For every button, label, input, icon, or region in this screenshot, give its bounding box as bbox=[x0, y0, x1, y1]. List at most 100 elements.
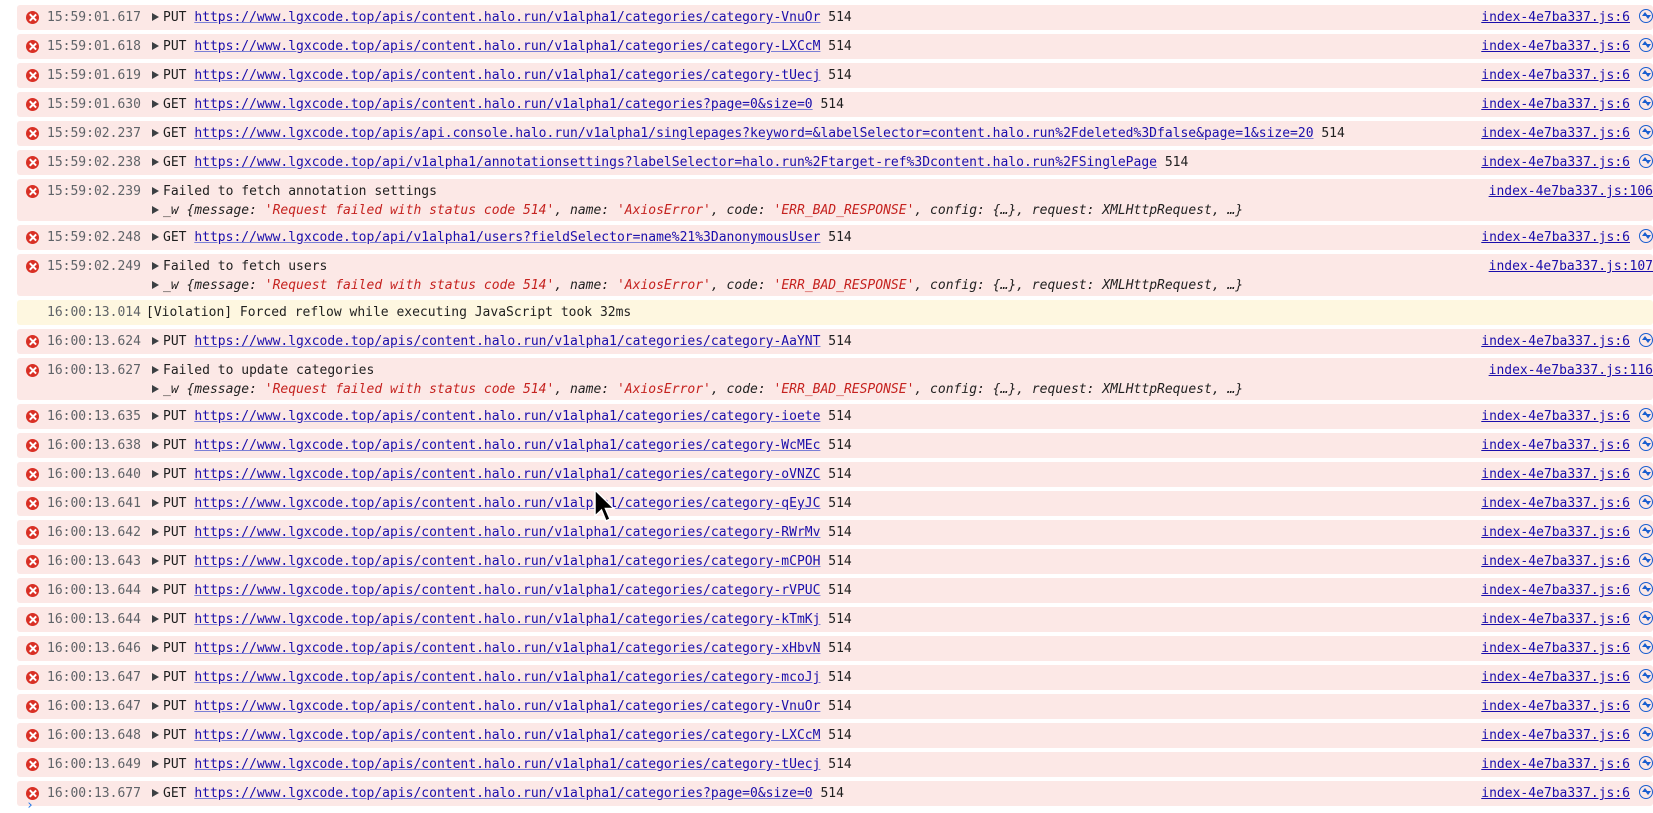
source-link[interactable]: index-4e7ba337.js:6 bbox=[1481, 124, 1630, 143]
source-link[interactable]: index-4e7ba337.js:6 bbox=[1481, 66, 1630, 85]
network-request-icon[interactable] bbox=[1639, 785, 1653, 799]
expand-caret-icon[interactable] bbox=[152, 760, 159, 768]
request-url-link[interactable]: https://www.lgxcode.top/api/v1alpha1/use… bbox=[194, 230, 820, 245]
source-link[interactable]: index-4e7ba337.js:6 bbox=[1481, 552, 1630, 571]
request-url-link[interactable]: https://www.lgxcode.top/api/v1alpha1/ann… bbox=[194, 155, 1157, 170]
expand-caret-icon[interactable] bbox=[152, 13, 159, 21]
expand-caret-icon[interactable] bbox=[152, 499, 159, 507]
expand-caret-icon[interactable] bbox=[152, 129, 159, 137]
request-url-link[interactable]: https://www.lgxcode.top/apis/content.hal… bbox=[194, 786, 812, 801]
source-link[interactable]: index-4e7ba337.js:6 bbox=[1481, 726, 1630, 745]
source-link[interactable]: index-4e7ba337.js:6 bbox=[1481, 153, 1630, 172]
source-link[interactable]: index-4e7ba337.js:6 bbox=[1481, 494, 1630, 513]
expand-caret-icon[interactable] bbox=[152, 615, 159, 623]
network-error-log-row[interactable]: 15:59:02.248 GET https://www.lgxcode.top/… bbox=[17, 225, 1653, 250]
source-link[interactable]: index-4e7ba337.js:6 bbox=[1481, 755, 1630, 774]
source-link[interactable]: index-4e7ba337.js:6 bbox=[1481, 784, 1630, 803]
source-link[interactable]: index-4e7ba337.js:106 bbox=[1489, 182, 1653, 201]
network-request-icon[interactable] bbox=[1639, 727, 1653, 741]
network-request-icon[interactable] bbox=[1639, 640, 1653, 654]
expand-caret-icon[interactable] bbox=[152, 644, 159, 652]
error-object-line[interactable]: _w {message: 'Request failed with status… bbox=[17, 201, 1653, 220]
network-request-icon[interactable] bbox=[1639, 437, 1653, 451]
request-url-link[interactable]: https://www.lgxcode.top/apis/content.hal… bbox=[194, 68, 820, 83]
expand-caret-icon[interactable] bbox=[152, 385, 159, 393]
request-url-link[interactable]: https://www.lgxcode.top/apis/content.hal… bbox=[194, 757, 820, 772]
network-request-icon[interactable] bbox=[1639, 67, 1653, 81]
source-link[interactable]: index-4e7ba337.js:6 bbox=[1481, 407, 1630, 426]
violation-log-row[interactable]: 16:00:13.014 [Violation] Forced reflow wh… bbox=[17, 300, 1653, 325]
network-request-icon[interactable] bbox=[1639, 698, 1653, 712]
network-request-icon[interactable] bbox=[1639, 756, 1653, 770]
expand-caret-icon[interactable] bbox=[152, 281, 159, 289]
source-link[interactable]: index-4e7ba337.js:6 bbox=[1481, 228, 1630, 247]
source-link[interactable]: index-4e7ba337.js:6 bbox=[1481, 639, 1630, 658]
request-url-link[interactable]: https://www.lgxcode.top/apis/content.hal… bbox=[194, 728, 820, 743]
request-url-link[interactable]: https://www.lgxcode.top/apis/content.hal… bbox=[194, 438, 820, 453]
network-error-log-row[interactable]: 16:00:13.646 PUT https://www.lgxcode.top/… bbox=[17, 636, 1653, 661]
network-error-log-row[interactable]: 16:00:13.648 PUT https://www.lgxcode.top/… bbox=[17, 723, 1653, 748]
network-error-log-row[interactable]: 16:00:13.642 PUT https://www.lgxcode.top/… bbox=[17, 520, 1653, 545]
network-error-log-row[interactable]: 16:00:13.647 PUT https://www.lgxcode.top/… bbox=[17, 694, 1653, 719]
network-request-icon[interactable] bbox=[1639, 38, 1653, 52]
expand-caret-icon[interactable] bbox=[152, 412, 159, 420]
source-link[interactable]: index-4e7ba337.js:107 bbox=[1489, 257, 1653, 276]
network-error-log-row[interactable]: 16:00:13.644 PUT https://www.lgxcode.top/… bbox=[17, 607, 1653, 632]
request-url-link[interactable]: https://www.lgxcode.top/apis/content.hal… bbox=[194, 334, 820, 349]
expand-caret-icon[interactable] bbox=[152, 731, 159, 739]
source-link[interactable]: index-4e7ba337.js:6 bbox=[1481, 697, 1630, 716]
expand-caret-icon[interactable] bbox=[152, 262, 159, 270]
source-link[interactable]: index-4e7ba337.js:6 bbox=[1481, 95, 1630, 114]
error-log-row[interactable]: 15:59:02.239 Failed to fetch annotation s… bbox=[17, 179, 1653, 221]
request-url-link[interactable]: https://www.lgxcode.top/apis/content.hal… bbox=[194, 409, 820, 424]
network-request-icon[interactable] bbox=[1639, 611, 1653, 625]
request-url-link[interactable]: https://www.lgxcode.top/apis/content.hal… bbox=[194, 583, 820, 598]
network-error-log-row[interactable]: 16:00:13.635 PUT https://www.lgxcode.top/… bbox=[17, 404, 1653, 429]
source-link[interactable]: index-4e7ba337.js:6 bbox=[1481, 465, 1630, 484]
network-error-log-row[interactable]: 16:00:13.641 PUT https://www.lgxcode.top/… bbox=[17, 491, 1653, 516]
network-request-icon[interactable] bbox=[1639, 466, 1653, 480]
request-url-link[interactable]: https://www.lgxcode.top/apis/content.hal… bbox=[194, 39, 820, 54]
expand-caret-icon[interactable] bbox=[152, 673, 159, 681]
source-link[interactable]: index-4e7ba337.js:6 bbox=[1481, 332, 1630, 351]
expand-caret-icon[interactable] bbox=[152, 528, 159, 536]
network-error-log-row[interactable]: 15:59:01.617 PUT https://www.lgxcode.top/… bbox=[17, 5, 1653, 30]
network-error-log-row[interactable]: 15:59:02.238 GET https://www.lgxcode.top/… bbox=[17, 150, 1653, 175]
error-object-line[interactable]: _w {message: 'Request failed with status… bbox=[17, 276, 1653, 295]
request-url-link[interactable]: https://www.lgxcode.top/apis/content.hal… bbox=[194, 699, 820, 714]
network-error-log-row[interactable]: 16:00:13.644 PUT https://www.lgxcode.top/… bbox=[17, 578, 1653, 603]
expand-caret-icon[interactable] bbox=[152, 586, 159, 594]
expand-caret-icon[interactable] bbox=[152, 187, 159, 195]
source-link[interactable]: index-4e7ba337.js:6 bbox=[1481, 610, 1630, 629]
source-link[interactable]: index-4e7ba337.js:6 bbox=[1481, 523, 1630, 542]
network-request-icon[interactable] bbox=[1639, 125, 1653, 139]
console-prompt[interactable]: › bbox=[26, 798, 34, 813]
network-error-log-row[interactable]: 16:00:13.624 PUT https://www.lgxcode.top/… bbox=[17, 329, 1653, 354]
network-request-icon[interactable] bbox=[1639, 333, 1653, 347]
network-error-log-row[interactable]: 16:00:13.647 PUT https://www.lgxcode.top/… bbox=[17, 665, 1653, 690]
expand-caret-icon[interactable] bbox=[152, 206, 159, 214]
request-url-link[interactable]: https://www.lgxcode.top/apis/content.hal… bbox=[194, 467, 820, 482]
network-request-icon[interactable] bbox=[1639, 154, 1653, 168]
source-link[interactable]: index-4e7ba337.js:6 bbox=[1481, 8, 1630, 27]
expand-caret-icon[interactable] bbox=[152, 42, 159, 50]
network-error-log-row[interactable]: 15:59:01.619 PUT https://www.lgxcode.top/… bbox=[17, 63, 1653, 88]
request-url-link[interactable]: https://www.lgxcode.top/apis/content.hal… bbox=[194, 97, 812, 112]
network-request-icon[interactable] bbox=[1639, 229, 1653, 243]
error-log-row[interactable]: 15:59:02.249 Failed to fetch users index-4… bbox=[17, 254, 1653, 296]
expand-caret-icon[interactable] bbox=[152, 158, 159, 166]
request-url-link[interactable]: https://www.lgxcode.top/apis/content.hal… bbox=[194, 670, 820, 685]
request-url-link[interactable]: https://www.lgxcode.top/apis/content.hal… bbox=[194, 496, 820, 511]
request-url-link[interactable]: https://www.lgxcode.top/apis/content.hal… bbox=[194, 554, 820, 569]
expand-caret-icon[interactable] bbox=[152, 789, 159, 797]
network-request-icon[interactable] bbox=[1639, 524, 1653, 538]
expand-caret-icon[interactable] bbox=[152, 366, 159, 374]
network-request-icon[interactable] bbox=[1639, 9, 1653, 23]
network-request-icon[interactable] bbox=[1639, 669, 1653, 683]
network-request-icon[interactable] bbox=[1639, 96, 1653, 110]
error-object-line[interactable]: _w {message: 'Request failed with status… bbox=[17, 380, 1653, 399]
expand-caret-icon[interactable] bbox=[152, 71, 159, 79]
error-log-row[interactable]: 16:00:13.627 Failed to update categories i… bbox=[17, 358, 1653, 400]
expand-caret-icon[interactable] bbox=[152, 337, 159, 345]
source-link[interactable]: index-4e7ba337.js:6 bbox=[1481, 37, 1630, 56]
